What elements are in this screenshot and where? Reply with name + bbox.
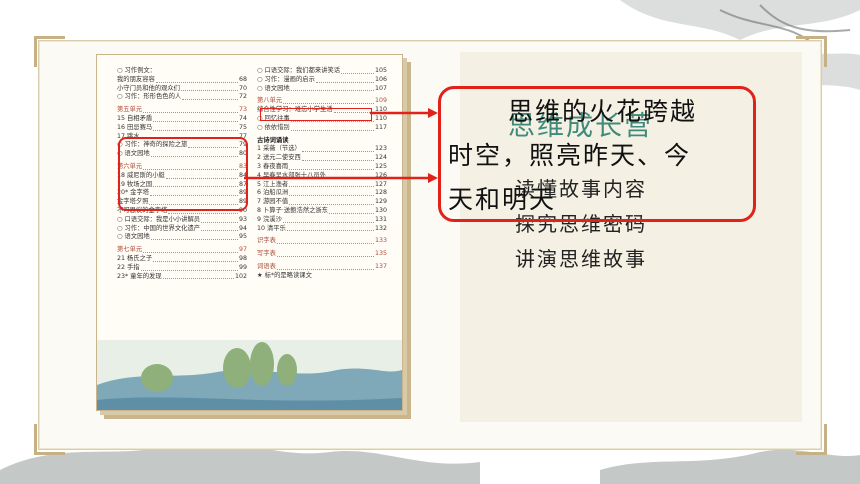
callout-line-1: 思维的火花跨越 [508, 97, 698, 126]
callout-line-3: 天和明天 [448, 185, 557, 214]
callout-text: 思维的火花跨越 时空，照亮昨天、今 天和明天 [448, 90, 748, 222]
panel-item-3: 讲演思维故事 [515, 247, 647, 271]
callout-line-2: 时空，照亮昨天、今 [448, 141, 692, 170]
arrow-icon [244, 108, 438, 183]
